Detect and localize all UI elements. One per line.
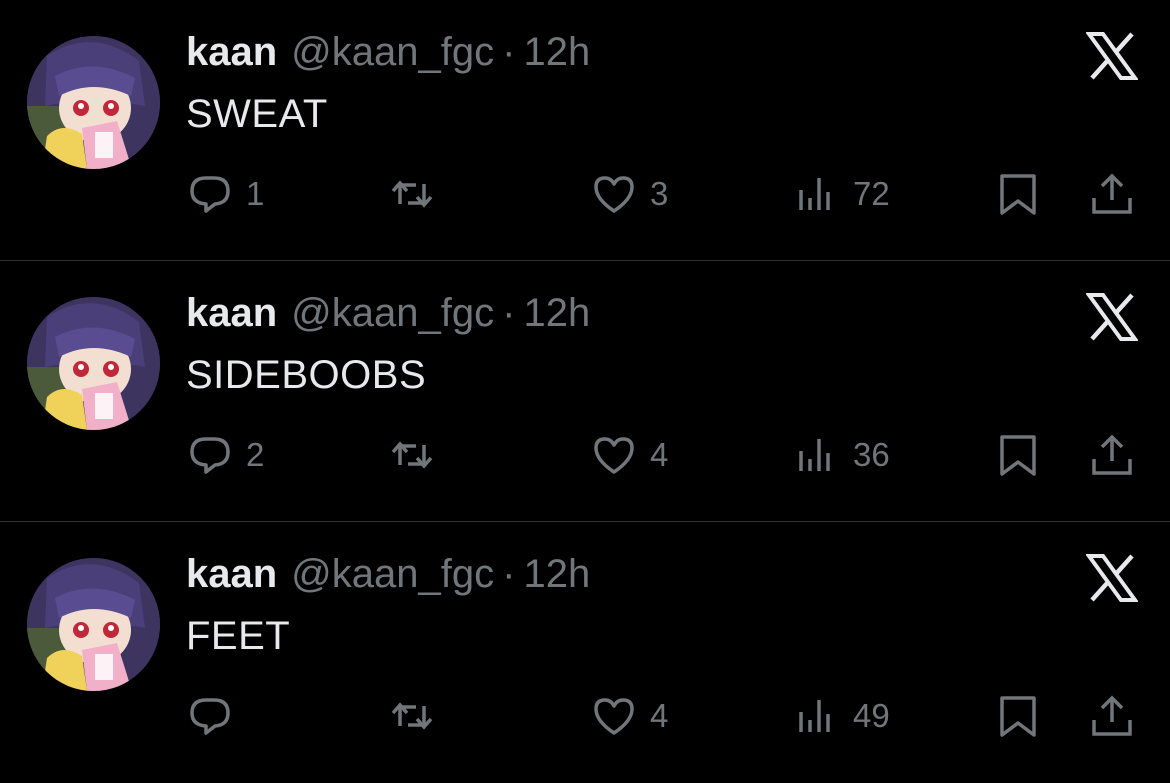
like-count: 3 xyxy=(650,175,669,212)
timestamp[interactable]: 12h xyxy=(523,291,590,336)
views-count: 36 xyxy=(853,436,890,473)
retweet-icon xyxy=(388,431,436,479)
share-button[interactable] xyxy=(1088,688,1136,744)
separator-dot: · xyxy=(502,552,516,596)
reply-icon xyxy=(186,431,234,479)
like-button[interactable]: 4 xyxy=(590,688,668,744)
tweet-actions: 4 49 xyxy=(0,688,1170,744)
reply-count: 2 xyxy=(246,436,265,473)
x-logo-icon xyxy=(1085,554,1139,602)
tweet[interactable]: kaan @kaan_fgc · 12h SIDEBOOBS 2 4 36 xyxy=(0,261,1170,521)
tweet-header: kaan @kaan_fgc · 12h xyxy=(186,552,590,604)
heart-icon xyxy=(590,170,638,218)
tweet[interactable]: kaan @kaan_fgc · 12h FEET 4 49 xyxy=(0,522,1170,782)
tweet-text: SIDEBOOBS xyxy=(186,353,427,397)
retweet-button[interactable] xyxy=(388,427,436,483)
timestamp[interactable]: 12h xyxy=(523,30,590,75)
separator-dot: · xyxy=(502,30,516,74)
views-button[interactable]: 36 xyxy=(793,427,890,483)
display-name[interactable]: kaan xyxy=(186,291,277,336)
views-count: 72 xyxy=(853,175,890,212)
reply-icon xyxy=(186,692,234,740)
bookmark-button[interactable] xyxy=(994,688,1042,744)
reply-button[interactable]: 1 xyxy=(186,166,264,222)
bookmark-icon xyxy=(994,431,1042,479)
views-icon xyxy=(793,170,841,218)
x-logo-icon xyxy=(1085,293,1139,341)
reply-count: 1 xyxy=(246,175,265,212)
share-button[interactable] xyxy=(1088,427,1136,483)
bookmark-icon xyxy=(994,692,1042,740)
reply-icon xyxy=(186,170,234,218)
tweet-text: FEET xyxy=(186,614,291,658)
bookmark-button[interactable] xyxy=(994,166,1042,222)
display-name[interactable]: kaan xyxy=(186,552,277,597)
avatar[interactable] xyxy=(27,558,160,691)
avatar[interactable] xyxy=(27,36,160,169)
bookmark-button[interactable] xyxy=(994,427,1042,483)
tweet-actions: 1 3 72 xyxy=(0,166,1170,222)
timestamp[interactable]: 12h xyxy=(523,552,590,597)
username-handle[interactable]: @kaan_fgc xyxy=(291,552,494,597)
like-count: 4 xyxy=(650,436,669,473)
avatar[interactable] xyxy=(27,297,160,430)
retweet-icon xyxy=(388,170,436,218)
tweet-actions: 2 4 36 xyxy=(0,427,1170,483)
username-handle[interactable]: @kaan_fgc xyxy=(291,30,494,75)
views-count: 49 xyxy=(853,697,890,734)
heart-icon xyxy=(590,692,638,740)
tweet-text: SWEAT xyxy=(186,92,328,136)
tweet-header: kaan @kaan_fgc · 12h xyxy=(186,30,590,82)
like-button[interactable]: 3 xyxy=(590,166,668,222)
separator-dot: · xyxy=(502,291,516,335)
share-icon xyxy=(1088,692,1136,740)
tweet-header: kaan @kaan_fgc · 12h xyxy=(186,291,590,343)
views-icon xyxy=(793,692,841,740)
display-name[interactable]: kaan xyxy=(186,30,277,75)
share-icon xyxy=(1088,170,1136,218)
like-count: 4 xyxy=(650,697,669,734)
reply-button[interactable] xyxy=(186,688,246,744)
bookmark-icon xyxy=(994,170,1042,218)
heart-icon xyxy=(590,431,638,479)
views-button[interactable]: 49 xyxy=(793,688,890,744)
views-button[interactable]: 72 xyxy=(793,166,890,222)
retweet-icon xyxy=(388,692,436,740)
reply-button[interactable]: 2 xyxy=(186,427,264,483)
retweet-button[interactable] xyxy=(388,166,436,222)
retweet-button[interactable] xyxy=(388,688,436,744)
share-button[interactable] xyxy=(1088,166,1136,222)
views-icon xyxy=(793,431,841,479)
like-button[interactable]: 4 xyxy=(590,427,668,483)
username-handle[interactable]: @kaan_fgc xyxy=(291,291,494,336)
tweet[interactable]: kaan @kaan_fgc · 12h SWEAT 1 3 72 xyxy=(0,0,1170,260)
tweet-feed: kaan @kaan_fgc · 12h SWEAT 1 3 72 kaan @… xyxy=(0,0,1170,783)
x-logo-icon xyxy=(1085,32,1139,80)
share-icon xyxy=(1088,431,1136,479)
